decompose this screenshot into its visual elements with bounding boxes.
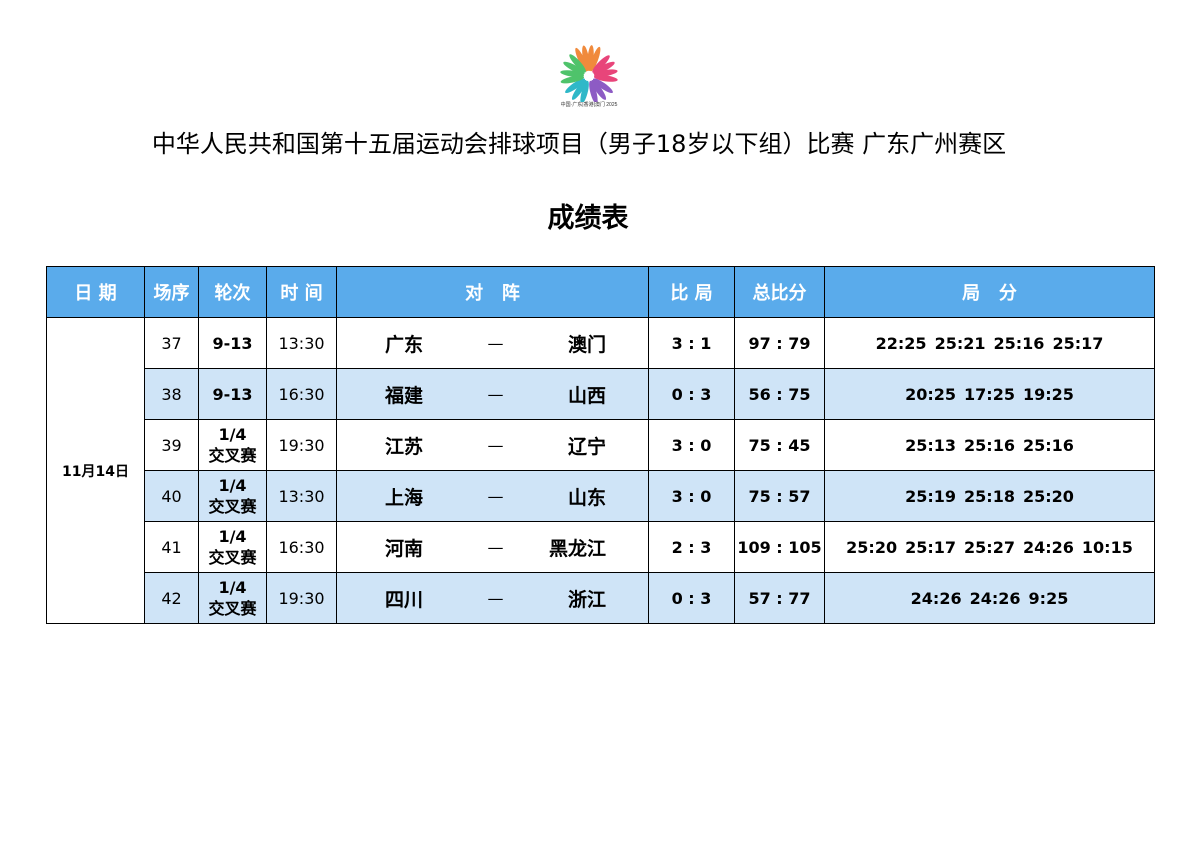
total-points: 97 : 79 <box>734 317 825 369</box>
set-points: 24:26 24:26 9:25 <box>824 572 1155 624</box>
match-time: 13:30 <box>266 470 337 522</box>
total-points: 109 : 105 <box>734 521 825 573</box>
matchup: 上海 — 山东 <box>336 470 649 522</box>
matchup: 四川 — 浙江 <box>336 572 649 624</box>
matchup: 广东 — 澳门 <box>336 317 649 369</box>
col-header-set-score: 比 局 <box>648 266 735 318</box>
set-score: 0 : 3 <box>648 368 735 420</box>
away-team: 浙江 <box>567 588 606 611</box>
results-table: 日 期 场序 轮次 时 间 对 阵 比 局 总比分 局 分 11月14日 37 … <box>46 266 1155 624</box>
set-score: 3 : 0 <box>648 419 735 471</box>
set-score: 3 : 0 <box>648 470 735 522</box>
match-time: 13:30 <box>266 317 337 369</box>
total-points: 75 : 45 <box>734 419 825 471</box>
table-row: 38 9-13 16:30 福建 — 山西 0 : 3 56 : 75 20:25 1… <box>47 368 1155 420</box>
round: 1/4 交叉赛 <box>198 572 267 624</box>
total-points: 75 : 57 <box>734 470 825 522</box>
round: 1/4 交叉赛 <box>198 521 267 573</box>
match-no: 40 <box>144 470 199 522</box>
table-row: 11月14日 37 9-13 13:30 广东 — 澳门 3 : 1 97 : 79… <box>46 317 1155 624</box>
set-score: 2 : 3 <box>648 521 735 573</box>
logo-caption: 中国·广东|香港|澳门 2025 <box>560 102 618 108</box>
matchup: 江苏 — 辽宁 <box>336 419 649 471</box>
match-no: 39 <box>144 419 199 471</box>
set-points: 22:25 25:21 25:16 25:17 <box>824 317 1155 369</box>
vs-dash: — <box>487 333 504 353</box>
col-header-round: 轮次 <box>198 266 267 318</box>
home-team: 福建 <box>385 384 424 407</box>
vs-dash: — <box>487 486 504 506</box>
away-team: 山西 <box>567 384 606 407</box>
col-header-match-no: 场序 <box>144 266 199 318</box>
away-team: 澳门 <box>567 333 606 356</box>
matchup: 福建 — 山西 <box>336 368 649 420</box>
table-row: 39 1/4 交叉赛 19:30 江苏 — 辽宁 3 : 0 75 : 45 25:1… <box>47 419 1155 471</box>
match-no: 37 <box>144 317 199 369</box>
set-score: 3 : 1 <box>648 317 735 369</box>
total-points: 56 : 75 <box>734 368 825 420</box>
vs-dash: — <box>487 435 504 455</box>
table-row: 40 1/4 交叉赛 13:30 上海 — 山东 3 : 0 75 : 57 25:1… <box>47 470 1155 522</box>
match-no: 38 <box>144 368 199 420</box>
set-points: 25:20 25:17 25:27 24:26 10:15 <box>824 521 1155 573</box>
home-team: 江苏 <box>385 435 424 458</box>
set-score: 0 : 3 <box>648 572 735 624</box>
col-header-total-points: 总比分 <box>734 266 825 318</box>
vs-dash: — <box>487 384 504 404</box>
col-header-date: 日 期 <box>46 266 145 318</box>
col-header-matchup: 对 阵 <box>336 266 649 318</box>
home-team: 四川 <box>385 588 424 611</box>
home-team: 广东 <box>385 333 424 356</box>
page-title: 中华人民共和国第十五届运动会排球项目（男子18岁以下组）比赛 广东广州赛区 <box>151 130 1007 158</box>
table-row: 41 1/4 交叉赛 16:30 河南 — 黑龙江 2 : 3 109 : 105 2… <box>47 521 1155 573</box>
matchup: 河南 — 黑龙江 <box>336 521 649 573</box>
table-row: 42 1/4 交叉赛 19:30 四川 — 浙江 0 : 3 57 : 77 24:2… <box>47 572 1155 624</box>
match-time: 16:30 <box>266 521 337 573</box>
home-team: 上海 <box>385 486 424 509</box>
away-team: 黑龙江 <box>548 537 606 560</box>
logo-flower-icon <box>560 45 618 102</box>
match-time: 19:30 <box>266 419 337 471</box>
page-subtitle: 成绩表 <box>547 203 629 234</box>
set-points: 20:25 17:25 19:25 <box>824 368 1155 420</box>
round: 1/4 交叉赛 <box>198 419 267 471</box>
match-time: 19:30 <box>266 572 337 624</box>
match-no: 41 <box>144 521 199 573</box>
match-time: 16:30 <box>266 368 337 420</box>
total-points: 57 : 77 <box>734 572 825 624</box>
away-team: 辽宁 <box>567 435 606 458</box>
match-no: 42 <box>144 572 199 624</box>
round: 9-13 <box>198 368 267 420</box>
table-header-row: 日 期 场序 轮次 时 间 对 阵 比 局 总比分 局 分 <box>46 266 1155 318</box>
date-cell: 11月14日 <box>46 317 145 624</box>
set-points: 25:19 25:18 25:20 <box>824 470 1155 522</box>
vs-dash: — <box>487 537 504 557</box>
round: 9-13 <box>198 317 267 369</box>
away-team: 山东 <box>567 486 606 509</box>
set-points: 25:13 25:16 25:16 <box>824 419 1155 471</box>
col-header-time: 时 间 <box>266 266 337 318</box>
round: 1/4 交叉赛 <box>198 470 267 522</box>
vs-dash: — <box>487 588 504 608</box>
games-logo: 中国·广东|香港|澳门 2025 <box>555 42 623 114</box>
home-team: 河南 <box>385 537 424 560</box>
col-header-set-points: 局 分 <box>824 266 1155 318</box>
